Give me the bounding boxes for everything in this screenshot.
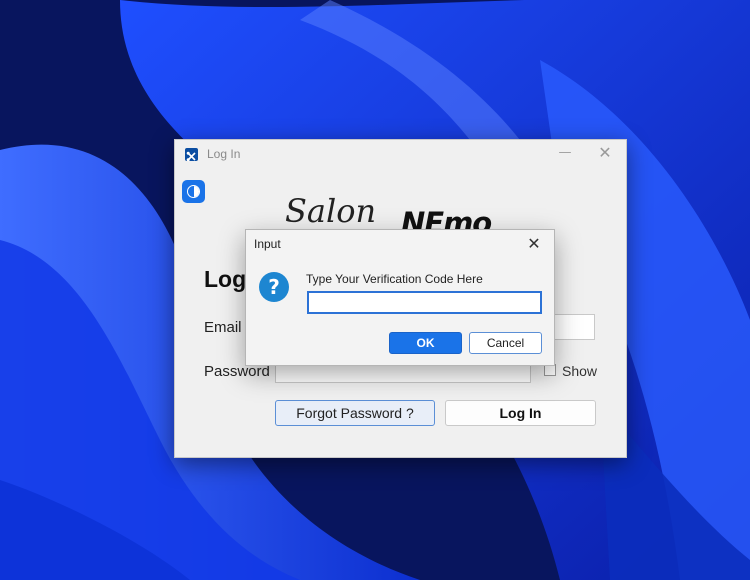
show-password-label[interactable]: Show: [562, 363, 597, 379]
cancel-button[interactable]: Cancel: [469, 332, 542, 354]
close-button[interactable]: ✕: [595, 143, 615, 163]
question-icon: ?: [259, 272, 289, 302]
contrast-icon: [187, 185, 200, 198]
forgot-password-button[interactable]: Forgot Password ?: [275, 400, 435, 426]
minimize-button[interactable]: —: [555, 144, 575, 164]
logo-script-text: Salon: [285, 192, 377, 230]
window-title: Log In: [207, 147, 241, 161]
input-dialog: Input ✕ ? Type Your Verification Code He…: [245, 229, 555, 366]
theme-toggle-button[interactable]: [182, 180, 205, 203]
ok-button[interactable]: OK: [389, 332, 462, 354]
page-title: Log: [204, 266, 247, 292]
app-icon: [185, 148, 198, 162]
dialog-title: Input: [254, 237, 281, 251]
email-label: Email: [204, 319, 242, 336]
dialog-prompt: Type Your Verification Code Here: [306, 272, 483, 286]
dialog-close-button[interactable]: ✕: [524, 234, 544, 254]
verification-code-input[interactable]: [307, 291, 542, 314]
login-button[interactable]: Log In: [445, 400, 596, 426]
title-bar: Log In — ✕: [175, 140, 626, 170]
